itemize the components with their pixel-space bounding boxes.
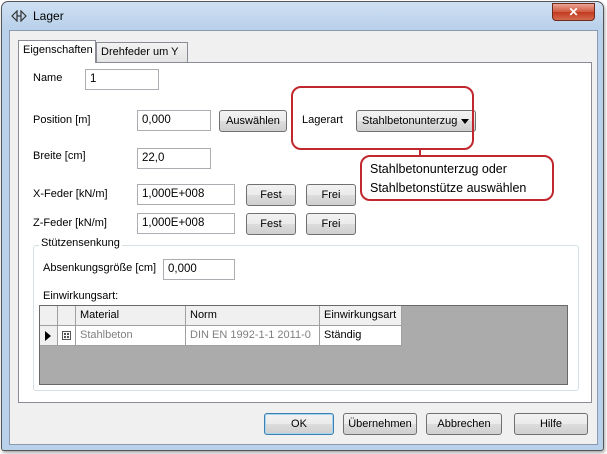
- table-cell-norm[interactable]: DIN EN 1992-1-1 2011-0: [186, 326, 320, 346]
- x-feder-input[interactable]: 1,000E+008: [137, 184, 235, 205]
- absenkung-label: Absenkungsgröße [cm]: [43, 262, 157, 274]
- column-header-material[interactable]: Material: [76, 306, 186, 326]
- z-feder-frei-button[interactable]: Frei: [306, 213, 356, 235]
- einwirkungsart-label: Einwirkungsart:: [43, 290, 119, 302]
- table-cell-einwirkungsart[interactable]: Ständig: [320, 326, 402, 346]
- z-feder-label: Z-Feder [kN/m]: [33, 217, 107, 229]
- annotation-callout: Stahlbetonunterzug oder Stahlbetonstütze…: [360, 155, 554, 201]
- name-label: Name: [33, 72, 63, 84]
- select-position-button[interactable]: Auswählen: [219, 110, 287, 132]
- breite-input[interactable]: 22,0: [137, 148, 211, 169]
- tab-label: Eigenschaften: [23, 44, 93, 56]
- row-pointer-icon: [45, 331, 51, 341]
- table-corner: [40, 306, 58, 326]
- ok-button[interactable]: OK: [264, 413, 334, 435]
- tab-label: Drehfeder um Y: [101, 46, 179, 58]
- x-feder-frei-button[interactable]: Frei: [306, 184, 356, 206]
- cancel-button[interactable]: Abbrechen: [426, 413, 502, 435]
- name-input[interactable]: 1: [85, 69, 159, 90]
- help-button[interactable]: Hilfe: [514, 413, 588, 435]
- tab-eigenschaften[interactable]: Eigenschaften: [18, 40, 96, 63]
- breite-label: Breite [cm]: [33, 150, 86, 162]
- tab-drehfeder[interactable]: Drehfeder um Y: [96, 42, 188, 63]
- annotation-line-1: Stahlbetonunterzug oder: [370, 162, 507, 176]
- row-expand-cell[interactable]: [58, 326, 76, 346]
- apply-button[interactable]: Übernehmen: [343, 413, 417, 435]
- window-title: Lager: [33, 9, 64, 23]
- x-feder-label: X-Feder [kN/m]: [33, 188, 108, 200]
- dialog-window: Lager ✕ Eigenschaften Drehfeder um Y Nam…: [1, 1, 604, 451]
- position-label: Position [m]: [33, 114, 91, 126]
- close-icon: ✕: [568, 5, 579, 19]
- column-header-norm[interactable]: Norm: [186, 306, 320, 326]
- position-input[interactable]: 0,000: [137, 110, 211, 131]
- row-selector[interactable]: [40, 326, 58, 346]
- z-feder-input[interactable]: 1,000E+008: [137, 213, 235, 234]
- annotation-highlight: [291, 86, 474, 150]
- bearing-icon: [11, 10, 27, 22]
- x-feder-fest-button[interactable]: Fest: [246, 184, 296, 206]
- expand-icon: [62, 331, 71, 340]
- column-header-einwirkungsart[interactable]: Einwirkungsart: [320, 306, 402, 326]
- close-button[interactable]: ✕: [552, 3, 595, 21]
- stuetzensenkung-title: Stützensenkung: [39, 237, 122, 249]
- z-feder-fest-button[interactable]: Fest: [246, 213, 296, 235]
- annotation-line-2: Stahlbetonstütze auswählen: [370, 181, 527, 195]
- title-bar[interactable]: Lager ✕: [2, 2, 603, 30]
- einwirkungsart-table: Material Norm Einwirkungsart Stahlbeton …: [39, 305, 568, 385]
- table-header-blank: [58, 306, 76, 326]
- table-cell-material[interactable]: Stahlbeton: [76, 326, 186, 346]
- absenkung-input[interactable]: 0,000: [163, 259, 235, 280]
